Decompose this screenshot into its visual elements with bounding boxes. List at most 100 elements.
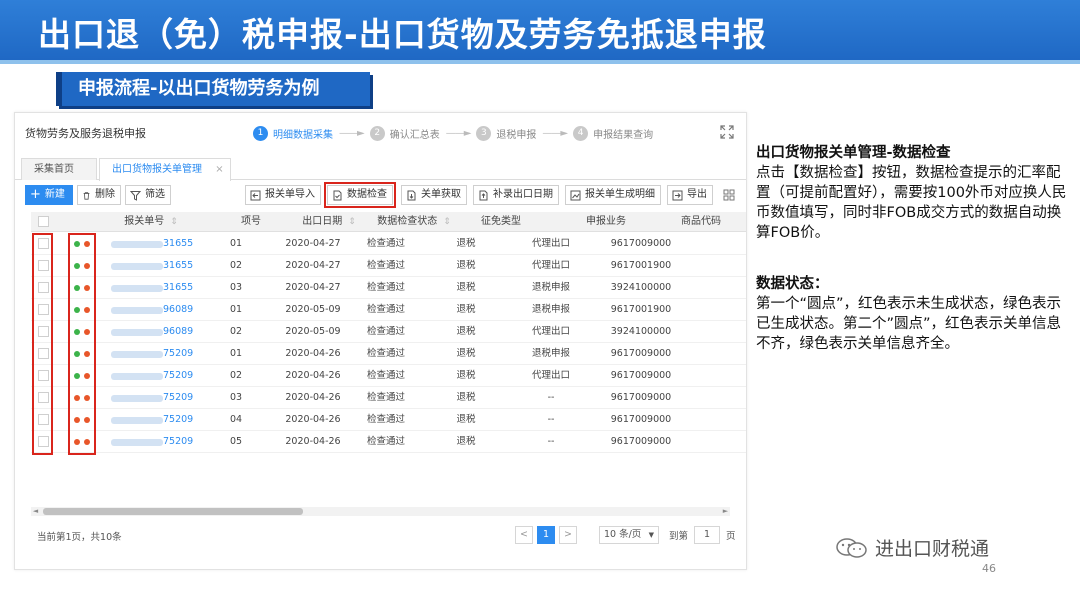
step-number: 2: [369, 125, 385, 141]
step-number: 4: [573, 125, 589, 141]
declaration-no-link[interactable]: 31655: [163, 277, 193, 299]
check-status: 检查通过: [366, 414, 405, 425]
step-label: 确认汇总表: [389, 129, 440, 141]
column-header-date[interactable]: 出口日期 ⇕: [289, 212, 369, 232]
export-date: 2020-04-27: [285, 238, 341, 249]
slide-banner: 出口退（免）税申报-出口货物及劳务免抵退申报: [0, 0, 1080, 60]
table-row[interactable]: 75209 05 2020-04-26 检查通过 退税 -- 9617009000: [31, 431, 746, 453]
import-icon: [250, 190, 261, 200]
declaration-no-link[interactable]: 75209: [163, 409, 193, 431]
item-no: 02: [229, 370, 243, 381]
redacted-text: [111, 285, 163, 292]
page-1-button[interactable]: 1: [537, 526, 555, 544]
step-4[interactable]: 4 申报结果查询: [573, 125, 653, 141]
grid-settings-icon[interactable]: [723, 189, 735, 201]
data-check-button[interactable]: 数据检查: [324, 182, 396, 208]
table-row[interactable]: 31655 02 2020-04-27 检查通过 退税 代理出口 9617001900: [31, 255, 746, 277]
sort-icon: ⇕: [348, 217, 356, 227]
table-row[interactable]: 75209 03 2020-04-26 检查通过 退税 -- 9617009000: [31, 387, 746, 409]
slide-title: 出口退（免）税申报-出口货物及劳务免抵退申报: [38, 15, 767, 54]
declaration-business: 代理出口: [531, 238, 570, 249]
check-status: 检查通过: [366, 304, 405, 315]
redacted-text: [111, 439, 163, 446]
check-status: 检查通过: [366, 436, 405, 447]
close-icon[interactable]: ×: [215, 164, 223, 175]
item-no: 01: [229, 348, 243, 359]
watermark-text: 进出口财税通: [875, 538, 990, 560]
scrollbar-thumb[interactable]: [43, 508, 303, 515]
declaration-no-link[interactable]: 96089: [163, 321, 193, 343]
declaration-no-link[interactable]: 75209: [163, 431, 193, 453]
fetch-button[interactable]: 关单获取: [401, 185, 467, 205]
column-header-check-status[interactable]: 数据检查状态 ⇕: [369, 212, 459, 232]
expand-icon[interactable]: [720, 125, 734, 139]
column-header-declaration-no[interactable]: 报关单号 ⇕: [91, 212, 211, 232]
import-label: 报关单导入: [265, 189, 315, 200]
import-button[interactable]: 报关单导入: [245, 185, 321, 205]
commodity-code: 9617009000: [610, 436, 672, 447]
wechat-icon: [836, 537, 867, 558]
status-dot-column-highlight: [68, 233, 96, 455]
document-check-icon: [333, 190, 342, 200]
exemption-type: 退税: [456, 414, 476, 425]
commodity-code: 9617009000: [610, 238, 672, 249]
redacted-text: [111, 241, 163, 248]
table-row[interactable]: 96089 02 2020-05-09 检查通过 退税 代理出口 3924100000: [31, 321, 746, 343]
page-size-select[interactable]: 10 条/页 ▼: [599, 526, 659, 544]
step-2[interactable]: 2 确认汇总表: [369, 125, 440, 141]
explanation-block-2: 数据状态： 第一个“圆点”，红色表示未生成状态，绿色表示已生成状态。第二个”圆点…: [756, 274, 1072, 354]
declaration-no-link[interactable]: 75209: [163, 343, 193, 365]
horizontal-scrollbar[interactable]: ◄ ►: [31, 507, 730, 516]
page-size-value: 10 条/页: [604, 529, 642, 540]
generate-detail-button[interactable]: 报关单生成明细: [565, 185, 661, 205]
scroll-right-icon[interactable]: ►: [721, 507, 730, 516]
check-status: 检查通过: [366, 260, 405, 271]
table-row[interactable]: 31655 03 2020-04-27 检查通过 退税 退税申报 3924100000: [31, 277, 746, 299]
exemption-type: 退税: [456, 260, 476, 271]
next-page-button[interactable]: >: [559, 526, 577, 544]
table-row[interactable]: 75209 01 2020-04-26 检查通过 退税 退税申报 9617009000: [31, 343, 746, 365]
filter-button[interactable]: 筛选: [125, 185, 171, 205]
goto-page-input[interactable]: 1: [694, 526, 721, 544]
select-all-checkbox[interactable]: [38, 216, 49, 227]
column-header-business[interactable]: 申报业务: [561, 212, 651, 232]
exemption-type: 退税: [456, 304, 476, 315]
check-status: 检查通过: [366, 326, 405, 337]
step-3[interactable]: 3 退税申报: [476, 125, 536, 141]
check-status: 检查通过: [366, 282, 405, 293]
tab-home[interactable]: 采集首页: [21, 158, 97, 180]
table-row[interactable]: 31655 01 2020-04-27 检查通过 退税 代理出口 9617009000: [31, 233, 746, 255]
column-header-item[interactable]: 项号: [221, 212, 281, 232]
table-row[interactable]: 96089 01 2020-05-09 检查通过 退税 退税申报 9617001900: [31, 299, 746, 321]
explanation-body: 点击【数据检查】按钮，数据检查提示的汇率配置（可提前配置好），需要按100外币对…: [756, 165, 1067, 241]
redacted-text: [111, 263, 163, 270]
table-row[interactable]: 75209 02 2020-04-26 检查通过 退税 代理出口 9617009000: [31, 365, 746, 387]
column-header-commodity-code[interactable]: 商品代码: [661, 212, 741, 232]
tab-declaration-management[interactable]: 出口货物报关单管理 ×: [99, 158, 231, 181]
scroll-left-icon[interactable]: ◄: [31, 507, 40, 516]
declaration-business: 退税申报: [531, 304, 570, 315]
delete-button[interactable]: 删除: [77, 185, 121, 205]
add-button[interactable]: + 新建: [25, 185, 73, 205]
item-no: 04: [229, 414, 243, 425]
supplement-date-button[interactable]: 补录出口日期: [473, 185, 559, 205]
declaration-no-link[interactable]: 75209: [163, 387, 193, 409]
slide-subtitle: 申报流程-以出口货物劳务为例: [56, 72, 370, 106]
export-date: 2020-04-26: [285, 414, 341, 425]
commodity-code: 9617009000: [610, 414, 672, 425]
prev-page-button[interactable]: <: [515, 526, 533, 544]
export-date: 2020-04-26: [285, 436, 341, 447]
declaration-no-link[interactable]: 96089: [163, 299, 193, 321]
declaration-no-link[interactable]: 31655: [163, 255, 193, 277]
export-button[interactable]: 导出: [667, 185, 713, 205]
step-1[interactable]: 1 明细数据采集: [253, 125, 333, 141]
column-header-exemption-type[interactable]: 征免类型: [461, 212, 541, 232]
sort-icon: ⇕: [443, 217, 451, 227]
step-progress: 1 明细数据采集 ——► 2 确认汇总表 ——► 3 退税申报 ——► 4 申报…: [253, 124, 653, 142]
declaration-business: 代理出口: [531, 370, 570, 381]
declaration-no-link[interactable]: 31655: [163, 233, 193, 255]
declaration-no-link[interactable]: 75209: [163, 365, 193, 387]
app-title: 货物劳务及服务退税申报: [25, 127, 146, 140]
tab-bar: 采集首页 出口货物报关单管理 ×: [15, 156, 746, 181]
table-row[interactable]: 75209 04 2020-04-26 检查通过 退税 -- 9617009000: [31, 409, 746, 431]
